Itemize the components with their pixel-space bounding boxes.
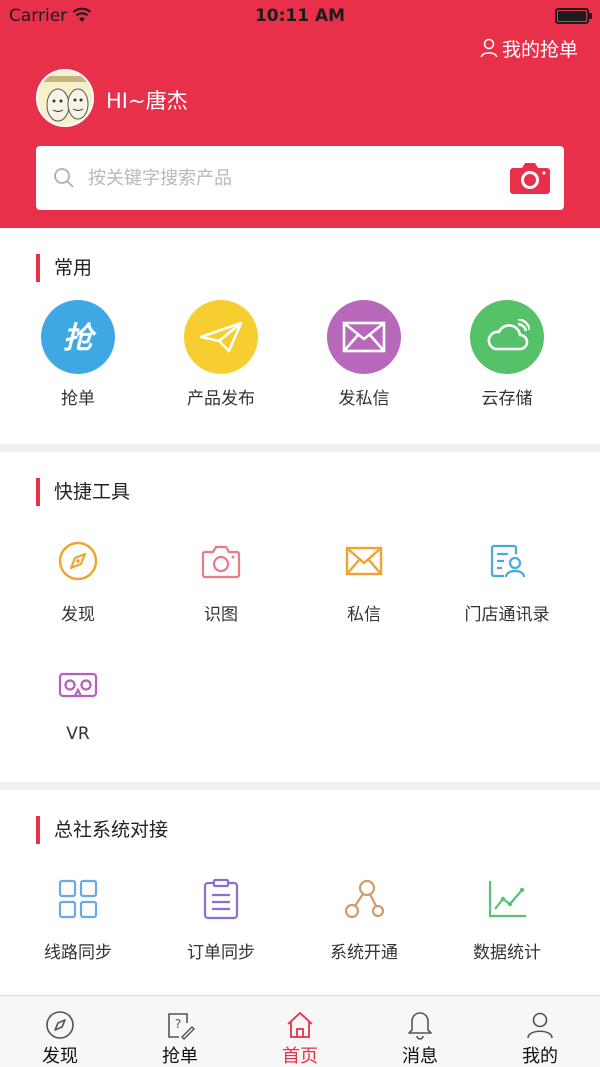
paper-plane-icon <box>184 300 258 374</box>
tab-label: 抢单 <box>162 1046 198 1067</box>
vr-glasses-icon <box>58 672 98 698</box>
data-statistics-button[interactable]: 数据统计 <box>435 878 579 963</box>
store-contacts-tool[interactable]: 门店通讯录 <box>435 540 579 625</box>
send-message-button[interactable]: 发私信 <box>292 300 436 409</box>
battery-icon <box>555 8 592 24</box>
envelope-icon <box>345 546 383 576</box>
status-bar: Carrier 10:11 AM <box>0 0 600 34</box>
order-sync-button[interactable]: 订单同步 <box>149 878 293 963</box>
tab-grab[interactable]: ? 抢单 <box>120 996 240 1067</box>
private-message-tool[interactable]: 私信 <box>292 540 436 625</box>
tab-label: 发现 <box>42 1046 78 1067</box>
avatar-image <box>38 71 92 125</box>
search-icon <box>54 168 74 188</box>
tab-label: 首页 <box>282 1046 318 1067</box>
cloud-storage-button[interactable]: 云存储 <box>435 300 579 409</box>
product-publish-button[interactable]: 产品发布 <box>149 300 293 409</box>
item-label: 发私信 <box>338 389 390 409</box>
grab-icon: 抢 <box>41 300 115 374</box>
item-label: 发现 <box>61 605 95 625</box>
camera-icon <box>201 545 241 579</box>
svg-text:?: ? <box>175 1017 181 1031</box>
tab-profile[interactable]: 我的 <box>480 996 600 1067</box>
hq-system-section: 总社系统对接 线路同步 订单同步 系统开通 数据统计 <box>0 790 600 995</box>
item-label: 系统开通 <box>330 943 398 963</box>
nodes-icon <box>344 879 385 919</box>
grab-order-button[interactable]: 抢 抢单 <box>6 300 150 409</box>
search-bar <box>36 146 564 210</box>
item-label: VR <box>66 724 90 744</box>
route-sync-button[interactable]: 线路同步 <box>6 878 150 963</box>
system-activation-button[interactable]: 系统开通 <box>292 878 436 963</box>
home-icon <box>287 1012 313 1038</box>
edit-doc-icon: ? <box>168 1013 195 1040</box>
item-label: 数据统计 <box>473 943 541 963</box>
discover-tool[interactable]: 发现 <box>6 540 150 625</box>
item-label: 订单同步 <box>187 943 255 963</box>
vr-tool[interactable]: VR <box>6 664 150 744</box>
item-label: 抢单 <box>61 389 95 409</box>
item-label: 云存储 <box>481 389 533 409</box>
camera-search-button[interactable] <box>510 161 550 195</box>
search-input[interactable] <box>88 158 488 198</box>
clock: 10:11 AM <box>254 6 346 26</box>
item-label: 门店通讯录 <box>464 605 550 625</box>
item-label: 线路同步 <box>44 943 112 963</box>
cloud-icon <box>470 300 544 374</box>
item-label: 私信 <box>347 605 381 625</box>
bell-icon <box>408 1012 432 1040</box>
user-icon <box>527 1012 553 1039</box>
tab-label: 消息 <box>402 1046 438 1067</box>
tab-messages[interactable]: 消息 <box>360 996 480 1067</box>
tab-discover[interactable]: 发现 <box>0 996 120 1067</box>
clipboard-icon <box>203 878 239 920</box>
section-title: 快捷工具 <box>36 478 130 506</box>
compass-icon <box>46 1011 74 1039</box>
tab-home[interactable]: 首页 <box>240 996 360 1067</box>
grid-icon <box>58 879 98 919</box>
section-title: 常用 <box>36 254 92 282</box>
envelope-icon <box>327 300 401 374</box>
header: Carrier 10:11 AM 我的抢单 HI~唐杰 <box>0 0 600 228</box>
contacts-icon <box>490 544 526 578</box>
item-label: 产品发布 <box>187 389 255 409</box>
tab-bar: 发现 ? 抢单 首页 消息 我的 <box>0 995 600 1067</box>
greeting: HI~唐杰 <box>106 89 188 113</box>
image-recognition-tool[interactable]: 识图 <box>149 540 293 625</box>
line-chart-icon <box>488 881 526 918</box>
common-section: 常用 抢 抢单 产品发布 发私信 云存储 <box>0 228 600 444</box>
my-orders-link[interactable]: 我的抢单 <box>480 36 578 61</box>
quick-tools-section: 快捷工具 发现 识图 私信 门店通讯录 VR <box>0 452 600 782</box>
my-orders-label: 我的抢单 <box>501 38 578 61</box>
section-title: 总社系统对接 <box>36 816 168 844</box>
user-icon <box>480 38 498 58</box>
avatar[interactable] <box>36 69 94 127</box>
compass-icon <box>58 541 98 581</box>
tab-label: 我的 <box>522 1046 558 1067</box>
svg-text:抢: 抢 <box>63 321 97 355</box>
item-label: 识图 <box>204 605 238 625</box>
